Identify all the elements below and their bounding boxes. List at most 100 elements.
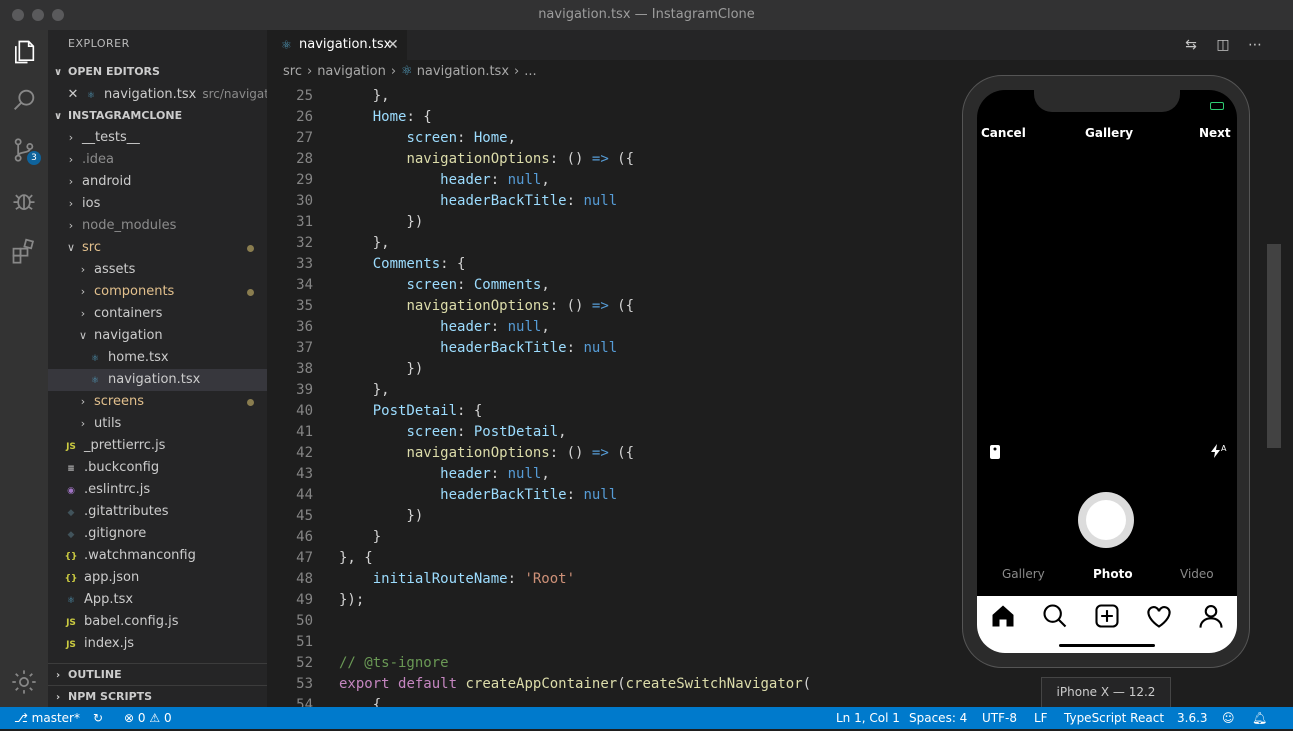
code-token: =>: [591, 298, 609, 314]
chevron-right-icon: ›: [68, 219, 74, 232]
outline-header[interactable]: › OUTLINE: [48, 663, 267, 686]
branch-indicator[interactable]: ⎇ master*: [14, 707, 80, 729]
code-token: ,: [541, 466, 550, 482]
split-editor-icon[interactable]: ◫: [1211, 37, 1235, 53]
code-token: : (): [549, 151, 592, 167]
breadcrumb-file[interactable]: navigation.tsx: [417, 64, 509, 79]
user-icon[interactable]: [1197, 602, 1225, 630]
battery-icon: [1210, 102, 1224, 110]
tree-file[interactable]: JS babel.config.js: [48, 611, 267, 633]
ts-version[interactable]: 3.6.3: [1177, 707, 1208, 729]
tree-folder[interactable]: › screens: [48, 391, 267, 413]
tree-file[interactable]: {} .watchmanconfig: [48, 545, 267, 567]
sync-icon[interactable]: ↻: [93, 707, 103, 729]
editor-scrollbar[interactable]: [1267, 244, 1281, 448]
tab-navigation-tsx[interactable]: ⚛ navigation.tsx ✕: [267, 30, 407, 60]
camera-switch-icon[interactable]: [989, 444, 1001, 463]
search-icon[interactable]: [1041, 602, 1069, 630]
chevron-right-icon: ›: [68, 131, 74, 144]
line-number: 51: [296, 634, 313, 650]
line-number: 52: [296, 655, 313, 671]
tree-file[interactable]: {} app.json: [48, 567, 267, 589]
breadcrumb-src[interactable]: src: [283, 64, 302, 79]
activity-bar: 3: [0, 30, 48, 707]
tree-file[interactable]: ≡ .buckconfig: [48, 457, 267, 479]
line-source: },: [339, 380, 390, 401]
warning-count: 0: [163, 711, 172, 725]
react-file-icon: ⚛: [401, 64, 413, 79]
code-token: : (): [549, 445, 592, 461]
problems-indicator[interactable]: ⊗ 0 ⚠ 0: [124, 707, 172, 729]
heart-icon[interactable]: [1145, 602, 1173, 630]
npm-scripts-header[interactable]: › NPM SCRIPTS: [48, 685, 267, 707]
code-token: :: [457, 130, 474, 146]
code-token: });: [339, 592, 365, 608]
breadcrumb-separator-icon: ›: [390, 64, 397, 79]
language-mode[interactable]: TypeScript React: [1064, 707, 1164, 729]
shutter-button[interactable]: [1078, 492, 1134, 548]
cancel-button[interactable]: Cancel: [981, 126, 1026, 144]
code-token: screen: [406, 277, 458, 293]
code-token: headerBackTitle: [440, 487, 567, 503]
more-actions-icon[interactable]: ⋯: [1243, 37, 1267, 53]
encoding[interactable]: UTF-8: [982, 707, 1017, 729]
debug-icon[interactable]: [8, 185, 40, 217]
mode-video[interactable]: Video: [1180, 567, 1214, 581]
shutter-inner: [1086, 500, 1126, 540]
tree-folder[interactable]: › __tests__: [48, 127, 267, 149]
breadcrumb-navigation[interactable]: navigation: [317, 64, 386, 79]
line-source: header: null,: [339, 317, 550, 338]
mode-gallery[interactable]: Gallery: [1002, 567, 1045, 581]
tree-file[interactable]: ⚛ home.tsx: [48, 347, 267, 369]
tree-folder[interactable]: ∨ navigation: [48, 325, 267, 347]
close-icon[interactable]: ✕: [62, 84, 84, 106]
tree-folder[interactable]: › containers: [48, 303, 267, 325]
tree-folder[interactable]: › assets: [48, 259, 267, 281]
code-token: }: [339, 529, 382, 545]
code-token: }): [339, 361, 424, 377]
open-changes-icon[interactable]: ⇆: [1179, 37, 1203, 53]
line-ending[interactable]: LF: [1034, 707, 1048, 729]
mode-photo[interactable]: Photo: [1093, 567, 1133, 581]
home-icon[interactable]: [989, 602, 1017, 630]
tree-file[interactable]: ⚛ App.tsx: [48, 589, 267, 611]
plus-square-icon[interactable]: [1093, 602, 1121, 630]
tree-folder[interactable]: › utils: [48, 413, 267, 435]
feedback-icon[interactable]: ☺: [1222, 707, 1235, 729]
line-source: header: null,: [339, 170, 550, 191]
tree-folder[interactable]: › ios: [48, 193, 267, 215]
tree-folder[interactable]: › components: [48, 281, 267, 303]
notifications-bell-icon[interactable]: 🔔︎: [1252, 707, 1267, 729]
project-header[interactable]: ∨ INSTAGRAMCLONE: [48, 105, 267, 127]
next-button[interactable]: Next: [1199, 126, 1231, 144]
open-editors-header[interactable]: ∨ OPEN EDITORS: [48, 61, 267, 83]
tree-folder[interactable]: › node_modules: [48, 215, 267, 237]
tree-file[interactable]: ◉ .eslintrc.js: [48, 479, 267, 501]
search-icon[interactable]: [8, 84, 40, 116]
indentation[interactable]: Spaces: 4: [909, 707, 967, 729]
open-editor-item[interactable]: ✕⚛ navigation.tsx src/navigat...: [48, 83, 267, 105]
code-token: Home: [473, 130, 508, 146]
extensions-icon[interactable]: [8, 235, 40, 267]
tree-file[interactable]: ⚛ navigation.tsx: [48, 369, 267, 391]
tree-item-label: containers: [94, 306, 163, 321]
close-tab-icon[interactable]: ✕: [387, 30, 399, 60]
tree-folder[interactable]: ∨ src: [48, 237, 267, 259]
chevron-down-icon: ∨: [53, 111, 63, 122]
tree-file[interactable]: ◆ .gitattributes: [48, 501, 267, 523]
tree-file[interactable]: JS _prettierrc.js: [48, 435, 267, 457]
explorer-icon[interactable]: [8, 36, 40, 68]
tree-folder[interactable]: › android: [48, 171, 267, 193]
tree-file[interactable]: ◆ .gitignore: [48, 523, 267, 545]
flash-icon[interactable]: A: [1211, 444, 1226, 458]
tree-file[interactable]: JS index.js: [48, 633, 267, 655]
cursor-position[interactable]: Ln 1, Col 1: [836, 707, 900, 729]
settings-gear-icon[interactable]: [8, 666, 40, 698]
code-token: header: [440, 172, 491, 188]
breadcrumb-symbol[interactable]: ...: [524, 64, 536, 79]
code-token: :: [566, 487, 584, 503]
code-token: createSwitchNavigator: [625, 676, 803, 692]
tree-folder[interactable]: › .idea: [48, 149, 267, 171]
line-source: screen: Home,: [339, 128, 516, 149]
